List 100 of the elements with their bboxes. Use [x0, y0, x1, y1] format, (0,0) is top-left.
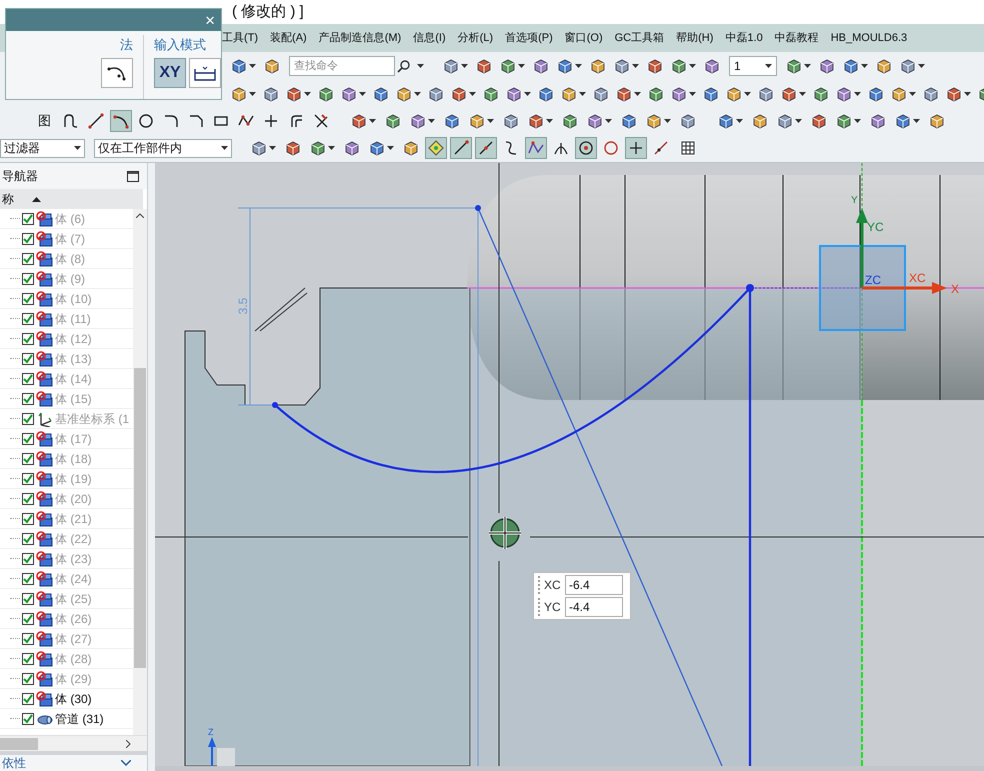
dropdown-caret-icon[interactable]	[632, 64, 639, 68]
horizontal-scroll-thumb[interactable]	[0, 738, 38, 750]
scrollbar[interactable]	[133, 209, 147, 735]
tree-item[interactable]: 体 (6)	[0, 209, 133, 229]
dropdown-caret-icon[interactable]	[524, 92, 531, 96]
cube-icon[interactable]	[786, 58, 802, 74]
block-icon[interactable]	[561, 86, 577, 102]
block-icon[interactable]	[231, 86, 247, 102]
tree-item[interactable]: 体 (11)	[0, 309, 133, 329]
snap-tool-button[interactable]	[475, 137, 497, 159]
checkbox[interactable]	[22, 352, 34, 364]
box-icon[interactable]	[811, 112, 827, 128]
checkbox[interactable]	[22, 552, 34, 564]
block-icon[interactable]	[344, 140, 360, 156]
sheet-icon[interactable]	[263, 86, 279, 102]
cube-icon[interactable]	[483, 86, 499, 102]
tree-item[interactable]: 体 (19)	[0, 469, 133, 489]
checkbox[interactable]	[22, 292, 34, 304]
dropdown-caret-icon[interactable]	[546, 118, 553, 122]
dropdown-caret-icon[interactable]	[918, 64, 925, 68]
dropdown-caret-icon[interactable]	[799, 92, 806, 96]
checkbox[interactable]	[22, 592, 34, 604]
mode-button[interactable]: XY	[154, 58, 186, 88]
block-icon[interactable]	[410, 112, 426, 128]
dropdown-caret-icon[interactable]	[461, 64, 468, 68]
box-icon[interactable]	[647, 58, 663, 74]
cube-icon[interactable]	[843, 58, 859, 74]
block-icon[interactable]	[671, 86, 687, 102]
tree-item[interactable]: 体 (22)	[0, 529, 133, 549]
dropdown-caret-icon[interactable]	[249, 64, 256, 68]
column-header[interactable]: 称	[0, 189, 143, 209]
checkbox[interactable]	[22, 412, 34, 424]
menu-item[interactable]: 中磊1.0	[725, 30, 763, 46]
checkbox[interactable]	[22, 572, 34, 584]
dropdown-caret-icon[interactable]	[428, 118, 435, 122]
block-icon[interactable]	[341, 86, 357, 102]
menu-item[interactable]: HB_MOULD6.3	[830, 30, 908, 46]
checkbox[interactable]	[22, 712, 34, 724]
tree-item[interactable]: 管道 (31)	[0, 709, 133, 729]
block-icon[interactable]	[403, 140, 419, 156]
checkbox[interactable]	[22, 232, 34, 244]
box-icon[interactable]	[285, 140, 301, 156]
block-icon[interactable]	[506, 86, 522, 102]
dropdown-caret-icon[interactable]	[304, 92, 311, 96]
sheet-icon[interactable]	[443, 58, 459, 74]
tree-item[interactable]: 体 (10)	[0, 289, 133, 309]
dropdown-caret-icon[interactable]	[487, 118, 494, 122]
snap-tool-button[interactable]	[450, 137, 472, 159]
block-icon[interactable]	[819, 58, 835, 74]
tree-item[interactable]: 体 (15)	[0, 389, 133, 409]
sort-arrow-icon[interactable]	[32, 196, 41, 202]
block-icon[interactable]	[396, 86, 412, 102]
tree-item[interactable]: 体 (14)	[0, 369, 133, 389]
dropdown-caret-icon[interactable]	[575, 64, 582, 68]
block-icon[interactable]	[876, 58, 892, 74]
tree-item[interactable]: 体 (26)	[0, 609, 133, 629]
dropdown-caret-icon[interactable]	[469, 92, 476, 96]
block-icon[interactable]	[264, 58, 280, 74]
close-button[interactable]: ×	[205, 12, 215, 28]
tree-item[interactable]: 体 (7)	[0, 229, 133, 249]
block-icon[interactable]	[891, 86, 907, 102]
sheet-icon[interactable]	[593, 86, 609, 102]
grid-icon[interactable]	[681, 141, 695, 155]
dropdown-caret-icon[interactable]	[269, 146, 276, 150]
tree-item[interactable]: 体 (27)	[0, 629, 133, 649]
tree-item[interactable]: 体 (29)	[0, 669, 133, 689]
block-icon[interactable]	[929, 112, 945, 128]
checkbox[interactable]	[22, 652, 34, 664]
cube-icon[interactable]	[562, 112, 578, 128]
cube-icon[interactable]	[868, 86, 884, 102]
cube-icon[interactable]	[538, 86, 554, 102]
box-icon[interactable]	[286, 86, 302, 102]
dropdown-caret-icon[interactable]	[417, 64, 424, 68]
tree-item[interactable]: 体 (8)	[0, 249, 133, 269]
box-icon[interactable]	[946, 86, 962, 102]
checkbox[interactable]	[22, 212, 34, 224]
cube-icon[interactable]	[671, 58, 687, 74]
box-icon[interactable]	[616, 86, 632, 102]
dropdown-caret-icon[interactable]	[964, 92, 971, 96]
dropdown-caret-icon[interactable]	[664, 118, 671, 122]
coordinate-input-field[interactable]: -4.4	[565, 597, 623, 617]
block-icon[interactable]	[590, 58, 606, 74]
dropdown-caret-icon[interactable]	[861, 64, 868, 68]
search-icon[interactable]	[397, 59, 411, 73]
dropdown-caret-icon[interactable]	[579, 92, 586, 96]
snap-tool-button[interactable]	[575, 137, 597, 159]
checkbox[interactable]	[22, 312, 34, 324]
dropdown-caret-icon[interactable]	[804, 64, 811, 68]
dropdown-caret-icon[interactable]	[909, 92, 916, 96]
cube-icon[interactable]	[703, 86, 719, 102]
block-icon[interactable]	[587, 112, 603, 128]
coordinate-input-field[interactable]: -6.4	[565, 575, 623, 595]
cube-icon[interactable]	[836, 112, 852, 128]
block-icon[interactable]	[836, 86, 852, 102]
tree-item[interactable]: 体 (25)	[0, 589, 133, 609]
scroll-right-icon[interactable]	[126, 740, 131, 748]
tree-item[interactable]: 体 (13)	[0, 349, 133, 369]
cube-icon[interactable]	[318, 86, 334, 102]
arc-method-button[interactable]	[101, 58, 134, 88]
block-icon[interactable]	[704, 58, 720, 74]
